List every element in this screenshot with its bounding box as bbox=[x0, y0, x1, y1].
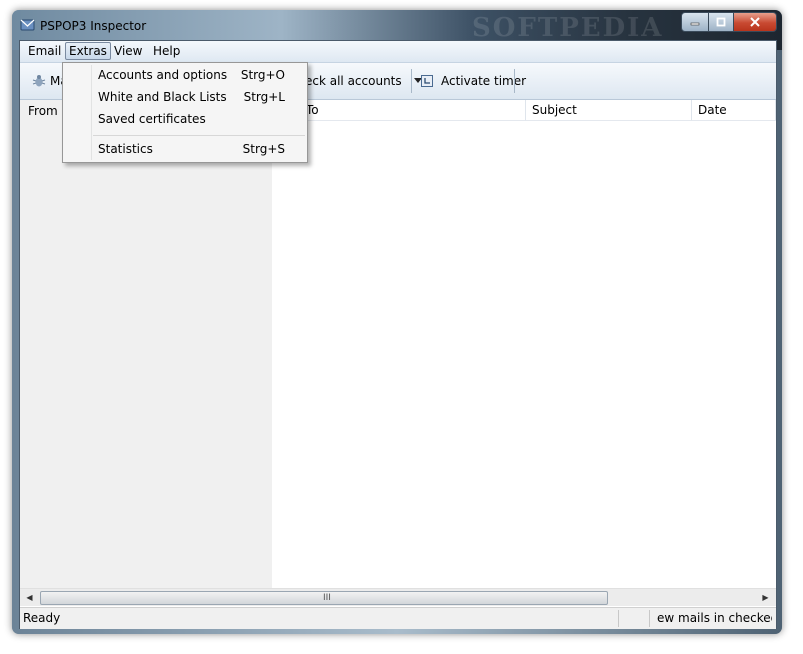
app-icon bbox=[20, 19, 35, 31]
window-title: PSPOP3 Inspector bbox=[40, 19, 147, 33]
horizontal-scrollbar[interactable]: ◀ III ▶ bbox=[20, 588, 776, 606]
scrollbar-thumb[interactable]: III bbox=[40, 591, 608, 605]
title-bar[interactable]: PSPOP3 Inspector SOFTPEDIA bbox=[12, 10, 782, 43]
check-all-accounts-button[interactable]: eck all accounts bbox=[305, 69, 422, 93]
maximize-button[interactable] bbox=[709, 12, 734, 32]
check-all-accounts-label: eck all accounts bbox=[305, 74, 402, 88]
menu-extras[interactable]: Extras bbox=[65, 42, 111, 60]
menu-help[interactable]: Help bbox=[150, 43, 183, 59]
scrollbar-grip: III bbox=[323, 593, 331, 603]
menu-item-shortcut: Strg+S bbox=[242, 142, 285, 156]
menu-item-accounts-options[interactable]: Accounts and options Strg+O bbox=[65, 64, 305, 86]
timer-icon bbox=[421, 75, 433, 87]
menu-item-saved-certificates[interactable]: Saved certificates bbox=[65, 108, 305, 130]
status-bar: Ready ew mails in checked a bbox=[20, 607, 776, 629]
menu-item-statistics[interactable]: Statistics Strg+S bbox=[65, 138, 305, 160]
menu-item-label: Statistics bbox=[98, 142, 153, 156]
toolbar-separator bbox=[411, 69, 412, 93]
extras-dropdown-menu: Accounts and options Strg+O White and Bl… bbox=[62, 62, 308, 163]
scroll-left-icon[interactable]: ◀ bbox=[21, 589, 38, 606]
close-button[interactable] bbox=[734, 12, 777, 32]
status-ready: Ready bbox=[23, 611, 61, 625]
menu-item-label: Saved certificates bbox=[98, 112, 206, 126]
menu-email[interactable]: Email bbox=[25, 43, 64, 59]
status-new-mails: ew mails in checked a bbox=[657, 611, 772, 625]
column-header-subject[interactable]: Subject bbox=[526, 100, 692, 121]
toolbar-separator bbox=[514, 69, 515, 93]
menu-separator bbox=[93, 135, 305, 136]
activate-timer-button[interactable]: Activate timer bbox=[421, 69, 526, 93]
column-header-to[interactable]: To bbox=[272, 100, 526, 121]
column-header-date[interactable]: Date bbox=[692, 100, 776, 121]
menu-view[interactable]: View bbox=[111, 43, 145, 59]
menu-item-shortcut: Strg+L bbox=[243, 90, 285, 104]
status-separator bbox=[649, 610, 650, 627]
menu-item-white-black-lists[interactable]: White and Black Lists Strg+L bbox=[65, 86, 305, 108]
menu-bar: Email Extras View Help bbox=[20, 41, 776, 63]
menu-item-label: White and Black Lists bbox=[98, 90, 227, 104]
scroll-right-icon[interactable]: ▶ bbox=[757, 589, 774, 606]
minimize-icon bbox=[690, 22, 700, 26]
status-separator bbox=[618, 610, 619, 627]
close-icon bbox=[750, 17, 760, 27]
watermark: SOFTPEDIA bbox=[472, 13, 664, 43]
minimize-button[interactable] bbox=[681, 12, 709, 32]
folder-pane bbox=[20, 122, 272, 588]
maximize-icon bbox=[716, 17, 726, 27]
menu-item-shortcut: Strg+O bbox=[240, 68, 285, 82]
menu-item-label: Accounts and options bbox=[98, 68, 228, 82]
bug-icon bbox=[32, 75, 46, 87]
